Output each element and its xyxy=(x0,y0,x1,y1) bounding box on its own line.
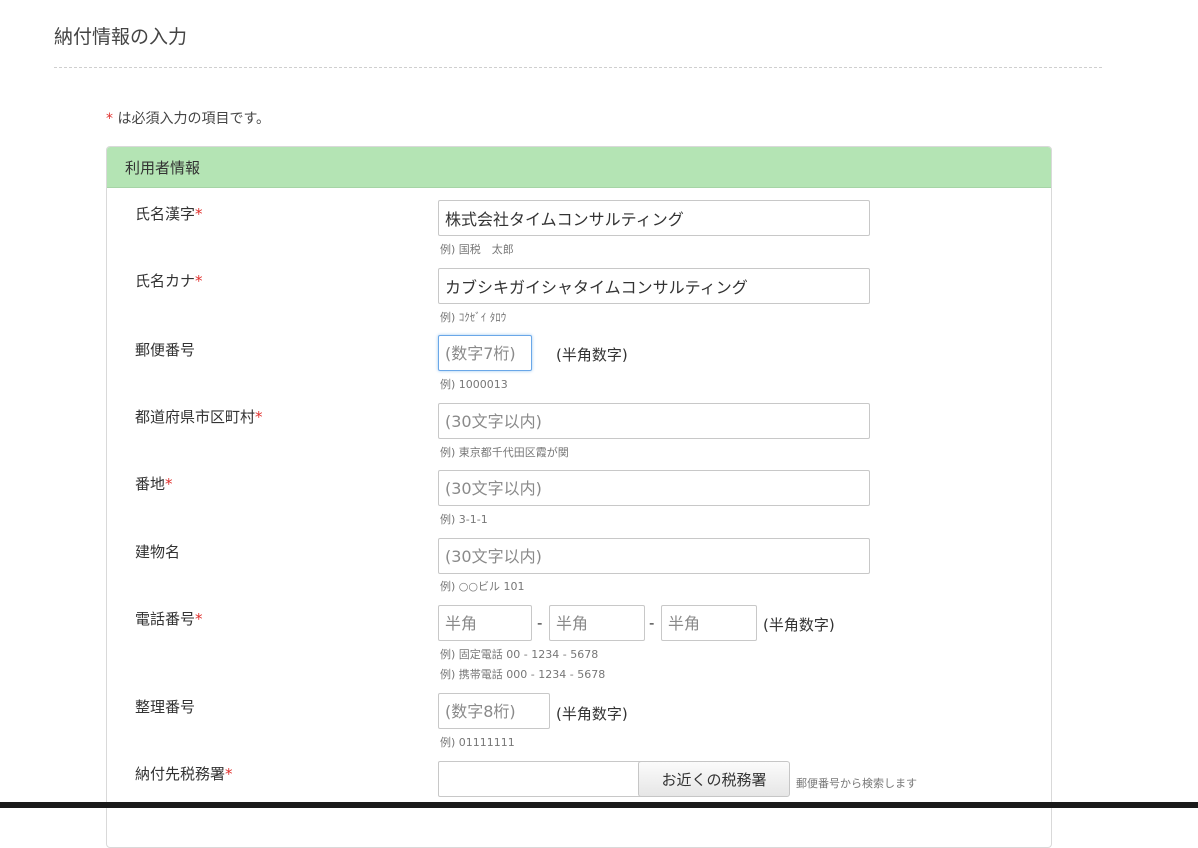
required-mark: * xyxy=(255,408,263,426)
required-note-text: は必須入力の項目です。 xyxy=(117,111,271,127)
phone-separator: - xyxy=(649,614,655,632)
required-marker: * xyxy=(106,111,113,127)
postal-code-label-text: 郵便番号 xyxy=(135,341,196,359)
building-label-text: 建物名 xyxy=(135,543,181,561)
city-hint: 例) 東京都千代田区霞が関 xyxy=(440,446,569,459)
required-mark: * xyxy=(195,610,203,628)
tax-office-label-text: 納付先税務署 xyxy=(135,765,226,783)
building-input[interactable] xyxy=(438,538,870,574)
name-kana-input[interactable] xyxy=(438,268,870,304)
phone-part-1-input[interactable] xyxy=(438,605,532,641)
street-input[interactable] xyxy=(438,470,870,506)
phone-label: 電話番号* xyxy=(135,608,203,629)
page-title: 納付情報の入力 xyxy=(54,26,188,48)
phone-label-text: 電話番号 xyxy=(135,610,196,628)
nearby-tax-office-button[interactable]: お近くの税務署 xyxy=(638,761,790,797)
name-kana-hint: 例) ｺｸｾﾞｲ ﾀﾛｳ xyxy=(440,311,507,324)
name-kanji-input[interactable] xyxy=(438,200,870,236)
street-label: 番地* xyxy=(135,473,173,494)
postal-code-suffix: (半角数字) xyxy=(556,346,628,364)
reference-number-label-text: 整理番号 xyxy=(135,698,196,716)
building-label: 建物名 xyxy=(135,541,180,562)
phone-separator: - xyxy=(537,614,543,632)
phone-hint-mobile: 例) 携帯電話 000 - 1234 - 5678 xyxy=(440,668,606,681)
city-input[interactable] xyxy=(438,403,870,439)
building-hint: 例) ○○ビル 101 xyxy=(440,580,525,593)
name-kanji-label-text: 氏名漢字 xyxy=(135,205,196,223)
title-divider xyxy=(54,67,1102,68)
required-mark: * xyxy=(195,272,203,290)
panel-header: 利用者情報 xyxy=(107,147,1051,188)
city-label: 都道府県市区町村* xyxy=(135,406,263,427)
phone-suffix: (半角数字) xyxy=(763,616,835,634)
phone-part-2-input[interactable] xyxy=(549,605,645,641)
name-kanji-label: 氏名漢字* xyxy=(135,203,203,224)
phone-hint-landline: 例) 固定電話 00 - 1234 - 5678 xyxy=(440,648,599,661)
postal-code-hint: 例) 1000013 xyxy=(440,378,508,391)
required-mark: * xyxy=(225,765,233,783)
tax-office-search-note: 郵便番号から検索します xyxy=(796,777,917,790)
name-kana-label-text: 氏名カナ xyxy=(135,272,196,290)
street-hint: 例) 3-1-1 xyxy=(440,513,488,526)
bottom-bar xyxy=(0,802,1198,808)
reference-number-suffix: (半角数字) xyxy=(556,705,628,723)
tax-office-input[interactable] xyxy=(438,761,642,797)
required-mark: * xyxy=(195,205,203,223)
tax-office-label: 納付先税務署* xyxy=(135,763,233,784)
reference-number-hint: 例) 01111111 xyxy=(440,736,515,749)
phone-part-3-input[interactable] xyxy=(661,605,757,641)
city-label-text: 都道府県市区町村 xyxy=(135,408,256,426)
street-label-text: 番地 xyxy=(135,475,166,493)
required-mark: * xyxy=(165,475,173,493)
reference-number-label: 整理番号 xyxy=(135,696,195,717)
postal-code-label: 郵便番号 xyxy=(135,339,195,360)
reference-number-input[interactable] xyxy=(438,693,550,729)
name-kana-label: 氏名カナ* xyxy=(135,270,203,291)
postal-code-input[interactable] xyxy=(438,335,532,371)
name-kanji-hint: 例) 国税 太郎 xyxy=(440,243,514,256)
required-note: * は必須入力の項目です。 xyxy=(106,108,270,128)
